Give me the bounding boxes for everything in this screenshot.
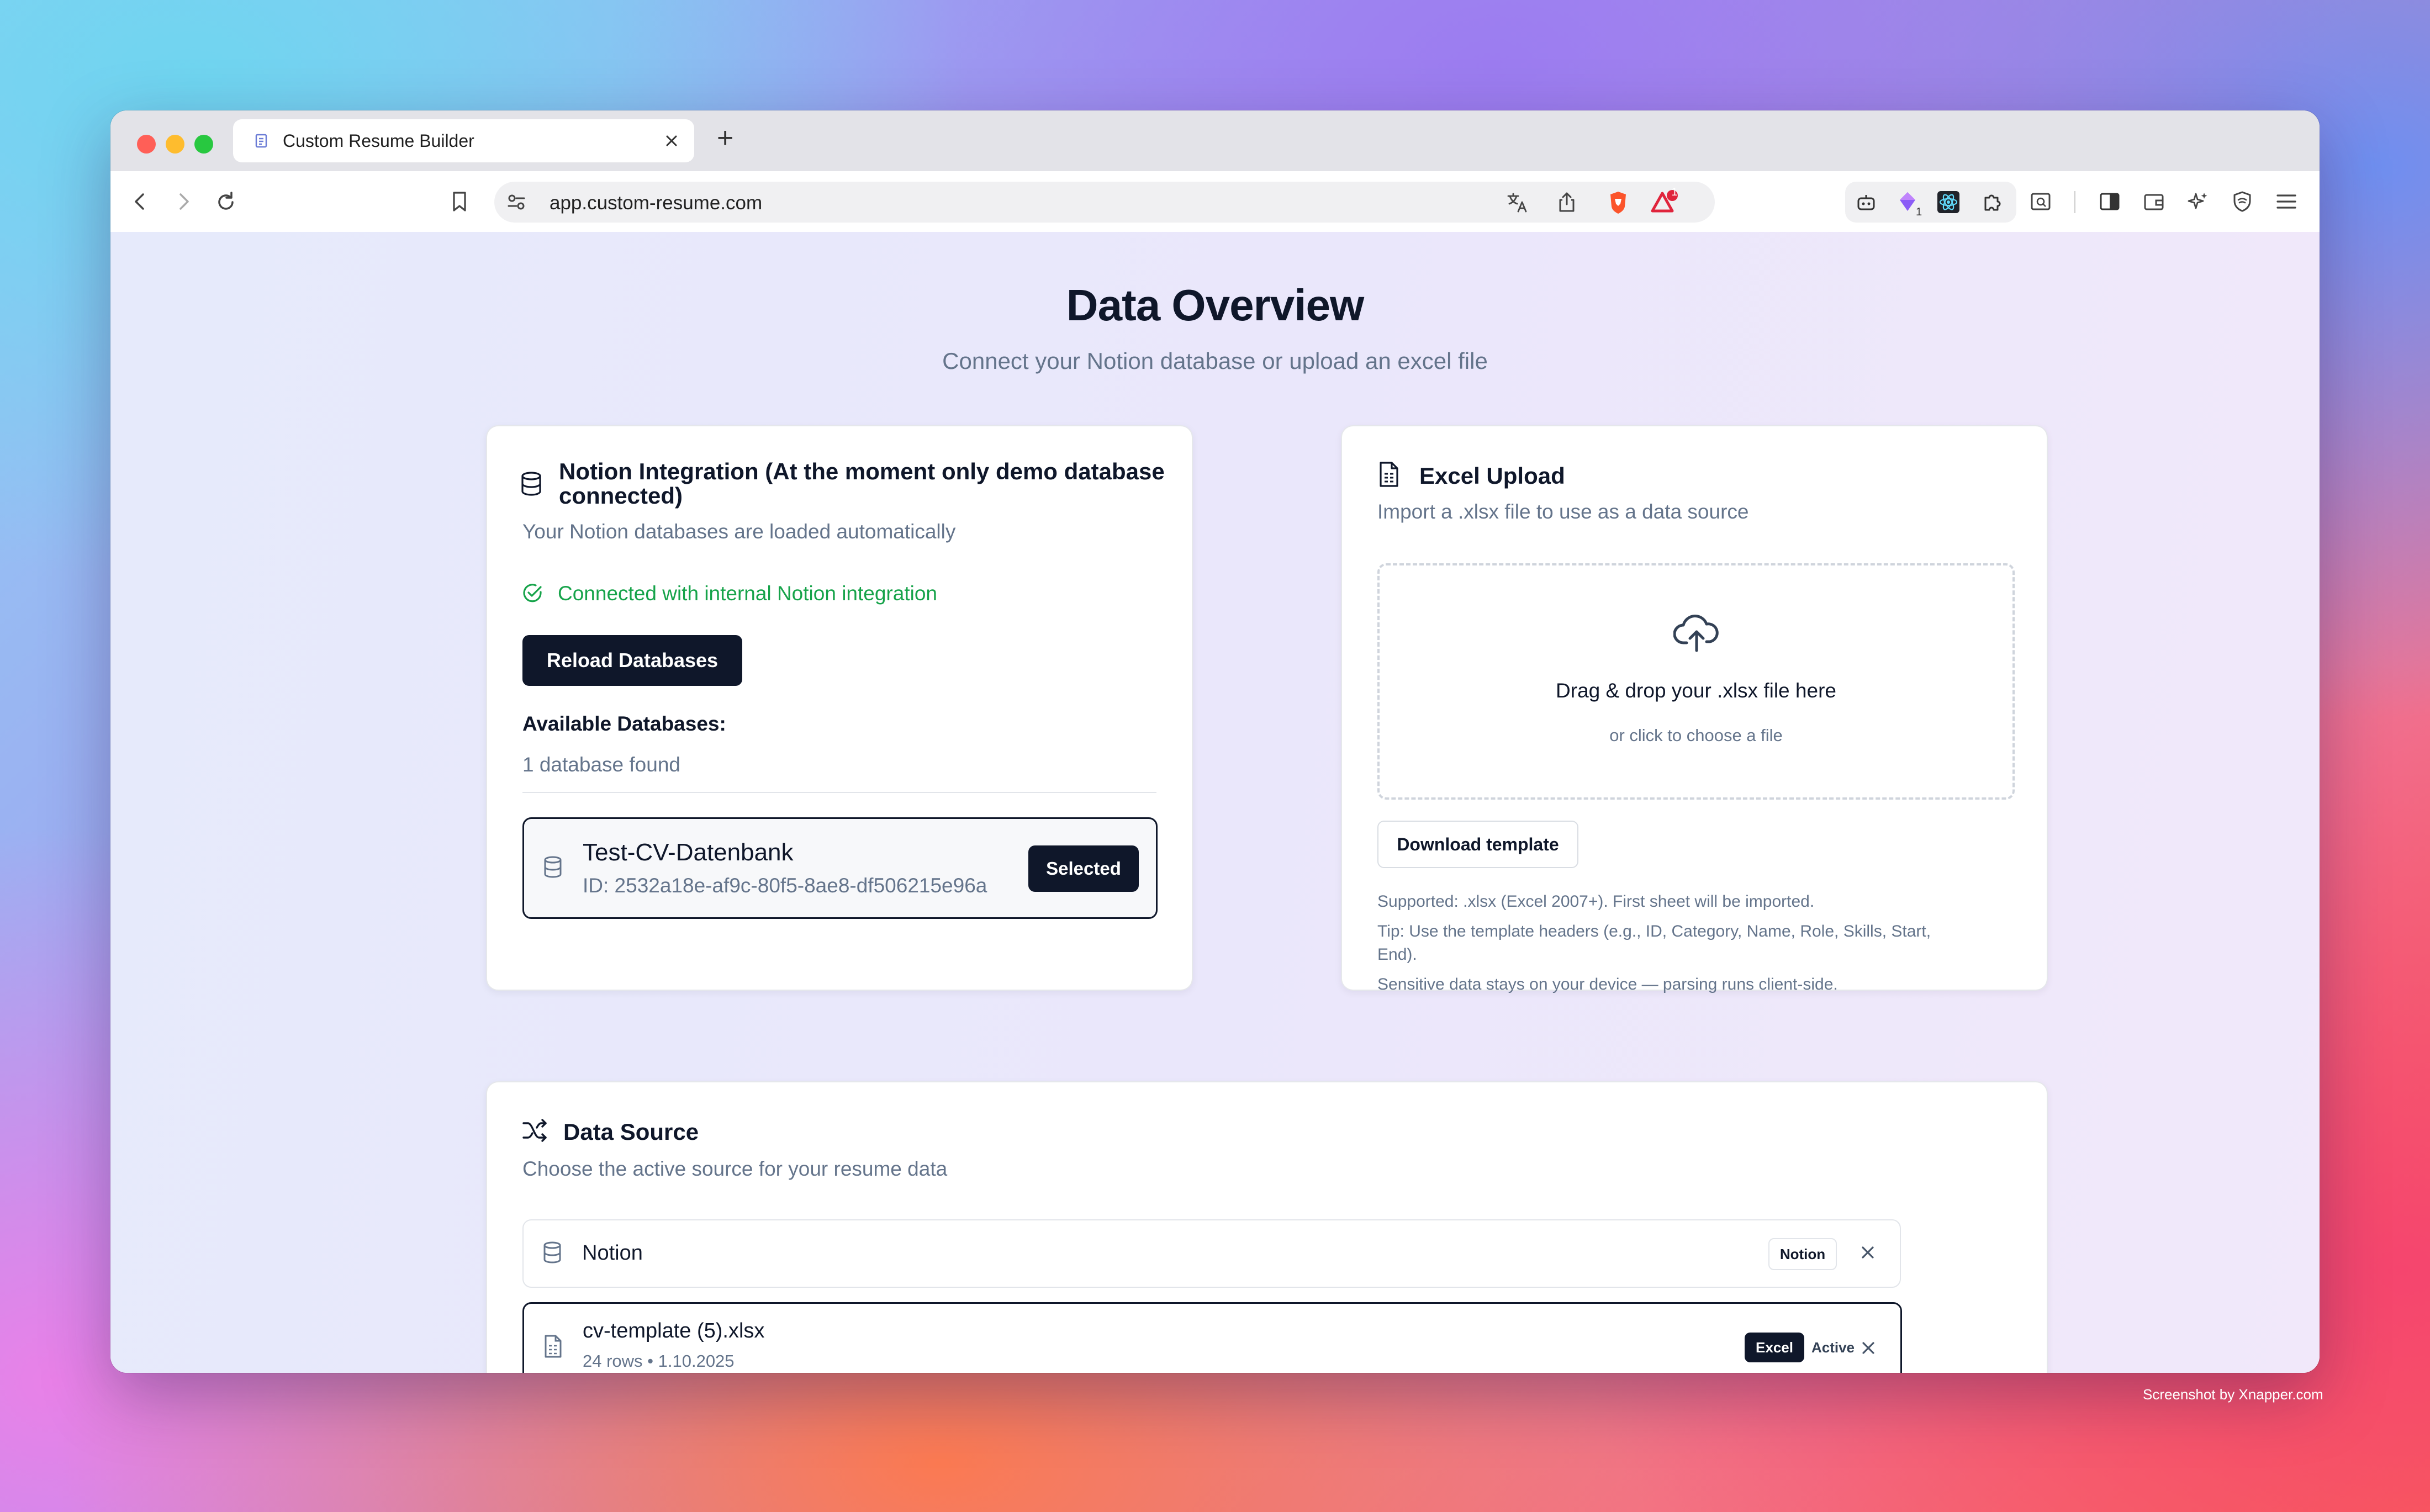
database-id: ID: 2532a18e-af9c-80f5-8ae8-df506215e96a: [583, 874, 987, 897]
download-template-button[interactable]: Download template: [1377, 821, 1578, 868]
remove-source-icon[interactable]: [1858, 1338, 1878, 1361]
tip-note-line1: Tip: Use the template headers (e.g., ID,…: [1377, 922, 1931, 940]
wallet-icon[interactable]: [2142, 189, 2166, 214]
database-icon: [541, 1240, 563, 1268]
zoom-window-button[interactable]: [194, 135, 213, 154]
page-title: Data Overview: [1066, 281, 1364, 330]
browser-window: Custom Resume Builder + app.custom-resum…: [110, 110, 2320, 1373]
back-icon[interactable]: [128, 189, 152, 214]
privacy-note: Sensitive data stays on your device — pa…: [1377, 975, 1838, 993]
database-icon: [519, 470, 543, 500]
forward-icon[interactable]: [171, 189, 196, 214]
data-source-card: Data Source Choose the active source for…: [486, 1081, 2048, 1373]
database-icon: [542, 855, 564, 883]
extensions-tray: 1: [1845, 182, 2016, 223]
notion-integration-card: Notion Integration (At the moment only d…: [486, 425, 1193, 991]
connection-status: Connected with internal Notion integrati…: [558, 582, 937, 605]
dropzone-subtitle: or click to choose a file: [1609, 726, 1783, 745]
reload-databases-button[interactable]: Reload Databases: [522, 635, 742, 686]
brave-shields-icon[interactable]: [1606, 190, 1630, 215]
source-row-notion[interactable]: Notion Notion: [522, 1219, 1901, 1288]
source-type-badge: Excel: [1745, 1333, 1804, 1362]
new-tab-button[interactable]: +: [717, 121, 733, 155]
reload-icon[interactable]: [213, 189, 239, 215]
database-count: 1 database found: [522, 753, 680, 776]
notion-card-title: Notion Integration (At the moment only d…: [559, 458, 1165, 509]
site-settings-icon[interactable]: [504, 190, 529, 214]
tab-bar: Custom Resume Builder +: [110, 110, 2320, 171]
source-row-excel[interactable]: cv-template (5).xlsx 24 rows • 1.10.2025…: [522, 1302, 1902, 1373]
translate-icon[interactable]: [1505, 191, 1529, 215]
extension-count-badge: 1: [1916, 206, 1922, 218]
close-window-button[interactable]: [137, 135, 156, 154]
tip-note-line2: End).: [1377, 945, 1417, 964]
supported-note: Supported: .xlsx (Excel 2007+). First sh…: [1377, 892, 1815, 911]
source-name: cv-template (5).xlsx: [583, 1319, 765, 1342]
extensions-puzzle-icon[interactable]: [1980, 190, 2004, 214]
active-status-badge: Active: [1811, 1339, 1855, 1356]
remove-source-icon[interactable]: [1858, 1243, 1878, 1265]
check-circle-icon: [521, 582, 543, 607]
toolbar-divider: [2074, 191, 2075, 213]
page-content: Data Overview Connect your Notion databa…: [110, 232, 2320, 1373]
dropzone-title: Drag & drop your .xlsx file here: [1556, 679, 1836, 702]
source-meta: 24 rows • 1.10.2025: [583, 1351, 735, 1371]
excel-card-description: Import a .xlsx file to use as a data sou…: [1377, 500, 1749, 523]
available-databases-label: Available Databases:: [522, 712, 726, 735]
react-devtools-icon[interactable]: [1936, 189, 1961, 215]
divider: [522, 792, 1156, 793]
file-dropzone[interactable]: Drag & drop your .xlsx file here or clic…: [1377, 563, 2015, 800]
watermark: Screenshot by Xnapper.com: [2143, 1386, 2323, 1403]
bookmark-icon[interactable]: [447, 189, 472, 214]
favicon-icon: [254, 133, 270, 149]
source-name: Notion: [582, 1241, 643, 1265]
upload-cloud-icon: [1673, 611, 1720, 657]
tab-custom-resume-builder[interactable]: Custom Resume Builder: [233, 119, 694, 162]
close-tab-icon[interactable]: [662, 131, 681, 150]
browser-toolbar: app.custom-resume.com 1 1: [110, 171, 2320, 233]
source-type-badge: Notion: [1768, 1238, 1837, 1270]
database-name: Test-CV-Datenbank: [583, 839, 794, 866]
minimize-window-button[interactable]: [166, 135, 184, 154]
selected-badge[interactable]: Selected: [1028, 845, 1139, 892]
excel-upload-card: Excel Upload Import a .xlsx file to use …: [1341, 425, 2048, 993]
address-bar[interactable]: app.custom-resume.com 1: [494, 182, 1715, 223]
database-item[interactable]: Test-CV-Datenbank ID: 2532a18e-af9c-80f5…: [522, 817, 1158, 919]
leo-ai-icon[interactable]: [2186, 189, 2210, 214]
reader-mode-icon[interactable]: [2028, 189, 2053, 214]
share-icon[interactable]: [1555, 190, 1579, 214]
spreadsheet-file-icon: [1376, 461, 1401, 491]
vpn-shield-icon[interactable]: [2230, 189, 2254, 214]
shuffle-icon: [521, 1118, 549, 1146]
notion-card-description: Your Notion databases are loaded automat…: [522, 520, 956, 543]
robot-extension-icon[interactable]: [1854, 191, 1878, 215]
sidebar-icon[interactable]: [2098, 189, 2122, 214]
tab-title: Custom Resume Builder: [283, 130, 474, 151]
data-source-title: Data Source: [563, 1119, 699, 1145]
url-text[interactable]: app.custom-resume.com: [550, 192, 762, 214]
spreadsheet-file-icon: [542, 1334, 564, 1362]
notification-count-badge: 1: [1671, 186, 1678, 198]
page-subtitle: Connect your Notion database or upload a…: [942, 348, 1488, 374]
menu-icon[interactable]: [2274, 189, 2299, 214]
data-source-description: Choose the active source for your resume…: [522, 1157, 948, 1180]
excel-card-title: Excel Upload: [1419, 463, 1565, 489]
